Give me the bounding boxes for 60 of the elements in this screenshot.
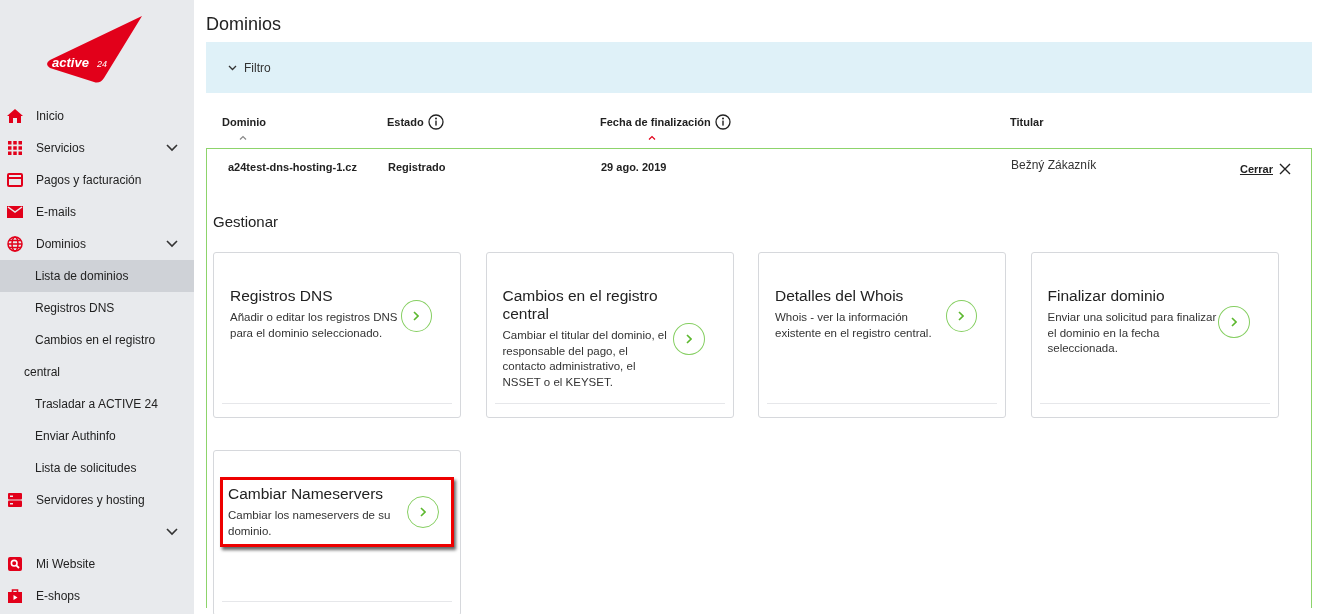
chevron-down-icon[interactable] (166, 240, 178, 248)
credit-card-icon (7, 172, 23, 188)
nav-item[interactable]: Pagos y facturación (0, 164, 194, 196)
column-header[interactable]: Fecha de finalización (600, 116, 711, 128)
chevron-down-icon[interactable] (166, 144, 178, 152)
card-title: Cambiar Nameservers (228, 485, 385, 503)
sort-caret-icon[interactable] (239, 135, 247, 140)
card-description: Añadir o editar los registros DNS para el dominio seleccionado. (230, 310, 399, 341)
column-header: Titular (1010, 116, 1044, 128)
table-cell: Bežný Zákazník (1011, 158, 1097, 172)
table-cell: a24test-dns-hosting-1.cz (228, 161, 357, 173)
card-title: Detalles del Whois (775, 287, 905, 305)
card-title: Cambios en el registro central (502, 287, 659, 323)
card-description: Cambiar los nameservers de su dominio. (228, 508, 392, 539)
nav-subitem[interactable]: Lista de solicitudes (0, 452, 194, 484)
filter-label: Filtro (244, 60, 271, 75)
globe-icon (7, 236, 23, 252)
nav-item[interactable]: Servidores y hosting (0, 484, 194, 516)
filter-panel[interactable]: Filtro (206, 42, 1312, 93)
close-link[interactable]: Cerrar (1239, 163, 1273, 175)
chevron-down-icon[interactable] (166, 528, 178, 536)
card-description: Whois - ver la información existente en el registro central. (775, 310, 933, 341)
home-icon (7, 108, 23, 124)
grid-icon (7, 140, 23, 156)
nav-item[interactable]: E-mails (0, 196, 194, 228)
column-header[interactable]: Dominio (222, 116, 266, 128)
sort-caret-icon[interactable] (648, 135, 656, 140)
section-title: Gestionar (213, 213, 280, 230)
nav-item[interactable]: Inicio (0, 100, 194, 132)
chevron-right-icon (685, 333, 692, 344)
nav-subitem[interactable]: Trasladar a ACTIVE 24 (0, 388, 194, 420)
logo-number: 24 (97, 59, 107, 69)
server-icon (7, 492, 23, 508)
column-header: Estado (387, 116, 424, 128)
nav-item[interactable]: Servicios (0, 132, 194, 164)
info-icon[interactable] (714, 114, 731, 130)
nav-subitem[interactable]: Enviar Authinfo (0, 420, 194, 452)
chevron-right-icon (958, 311, 965, 321)
card-title: Registros DNS (230, 287, 334, 305)
table-cell: Registrado (388, 161, 446, 173)
nav-item[interactable]: E-shops (0, 580, 194, 612)
table-cell: 29 ago. 2019 (601, 161, 667, 173)
info-icon[interactable] (427, 114, 444, 130)
nav-subitem[interactable]: Cambios en el registro central (0, 324, 194, 388)
nav-subitem[interactable]: Lista de dominios (0, 260, 194, 292)
close-icon[interactable] (1279, 163, 1291, 175)
nav-item[interactable]: Dominios (0, 228, 194, 260)
shopping-bag-icon (7, 588, 23, 604)
envelope-icon (7, 204, 23, 220)
chevron-right-icon (420, 507, 426, 517)
nav-subitem[interactable]: Registros DNS (0, 292, 194, 324)
chevron-right-icon (413, 311, 420, 321)
card-title: Finalizar dominio (1047, 287, 1166, 305)
logo-text: active (52, 55, 89, 70)
page-title: Dominios (206, 14, 283, 35)
chevron-right-icon (1230, 316, 1237, 327)
search-icon (7, 556, 23, 572)
card-description: Cambiar el titular del dominio, el responsable del pago, el contacto administrativo, el NSSET o el KEYSET. (502, 328, 668, 390)
card-description: Enviar una solicitud para finalizar el dominio en la fecha seleccionada. (1047, 310, 1218, 356)
nav-item[interactable]: Mi Website (0, 548, 194, 580)
